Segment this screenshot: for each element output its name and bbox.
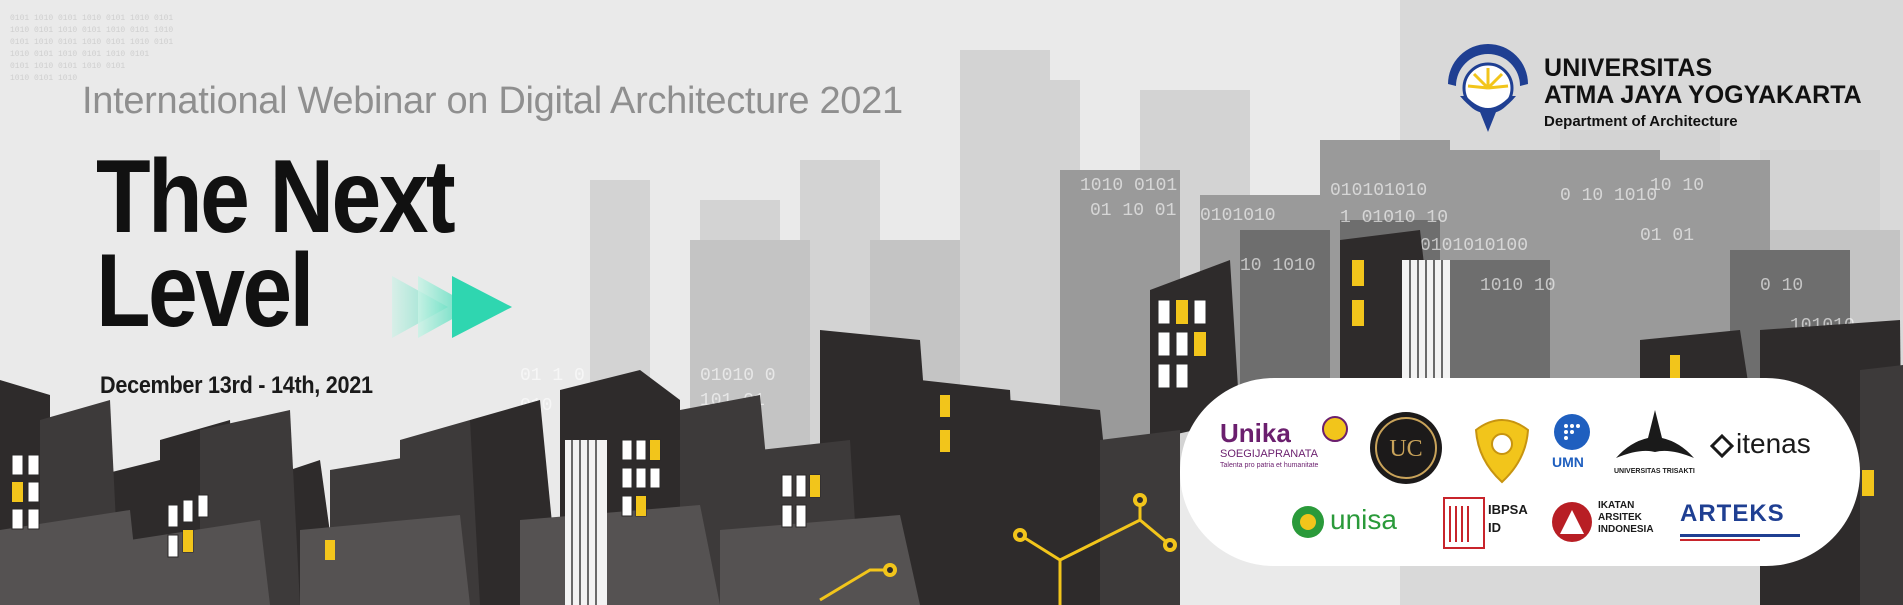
unisa-emblem-icon	[1292, 506, 1324, 538]
svg-text:1010 0101 1010 0101 1010 0101: 1010 0101 1010 0101 1010 0101 1010	[10, 26, 173, 35]
ibpsa-emblem-icon	[1443, 497, 1485, 549]
svg-text:1010 10: 1010 10	[1480, 276, 1556, 296]
uc-logo: UC	[1370, 412, 1442, 484]
university-name: UNIVERSITAS ATMA JAYA YOGYAKARTA Departm…	[1544, 55, 1862, 133]
event-date: December 13rd - 14th, 2021	[100, 372, 373, 399]
svg-text:0 10 1010: 0 10 1010	[1560, 186, 1657, 206]
university-name-line2: ATMA JAYA YOGYAKARTA	[1544, 81, 1862, 109]
umn-logo: UMN	[1550, 412, 1610, 486]
svg-text:010101010: 010101010	[1330, 181, 1427, 201]
itenas-emblem-icon	[1710, 434, 1734, 458]
svg-text:1010 0101: 1010 0101	[1080, 176, 1177, 196]
university-name-line1: UNIVERSITAS	[1544, 54, 1713, 82]
university-logo	[1448, 44, 1528, 132]
ibpsa-logo: IBPSA ID	[1442, 496, 1532, 552]
main-title-line1: The Next	[96, 139, 456, 255]
svg-text:0101010: 0101010	[1200, 206, 1276, 226]
iai-logo-line3: INDONESIA	[1598, 524, 1654, 535]
unisa-logo: unisa	[1290, 500, 1410, 544]
unika-emblem-icon	[1322, 416, 1348, 442]
iai-logo-line1: IKATAN	[1598, 500, 1635, 511]
unika-logo: Unika SOEGIJAPRANATA Talenta pro patria …	[1220, 416, 1350, 478]
trisakti-logo: UNIVERSITAS TRISAKTI	[1610, 408, 1700, 488]
partner-logos-panel: Unika SOEGIJAPRANATA Talenta pro patria …	[1180, 378, 1860, 566]
svg-text:0101 1010 0101 1010 0101 1010: 0101 1010 0101 1010 0101 1010 0101	[10, 38, 173, 47]
svg-text:1010 0101 1010: 1010 0101 1010	[10, 74, 77, 83]
svg-text:01 01: 01 01	[1640, 226, 1694, 246]
arteks-underline-icon	[1680, 534, 1800, 541]
svg-text:0101 1010 0101 1010 0101 1010: 0101 1010 0101 1010 0101 1010 0101	[10, 14, 173, 23]
garuda-emblem-logo	[1474, 419, 1530, 484]
svg-text:0101 1010 0101 1010 0101: 0101 1010 0101 1010 0101	[10, 62, 125, 71]
umn-emblem-icon	[1554, 414, 1590, 450]
fast-forward-icon	[392, 276, 512, 338]
ibpsa-logo-line1: IBPSA	[1488, 502, 1528, 517]
uc-logo-text: UC	[1389, 436, 1422, 462]
svg-text:0 10: 0 10	[1760, 276, 1803, 296]
iai-emblem-icon	[1552, 502, 1592, 542]
umn-logo-text: UMN	[1552, 454, 1584, 470]
trisakti-logo-text: UNIVERSITAS TRISAKTI	[1614, 468, 1695, 475]
webinar-subtitle: International Webinar on Digital Archite…	[82, 80, 903, 122]
svg-text:01 10 01: 01 10 01	[1090, 201, 1176, 221]
unika-logo-sub: SOEGIJAPRANATA	[1220, 448, 1319, 460]
iai-logo: IKATAN ARSITEK INDONESIA	[1550, 498, 1680, 554]
iai-logo-line2: ARSITEK	[1598, 512, 1642, 523]
svg-text:1010 0101 1010 0101 1010 0101: 1010 0101 1010 0101 1010 0101	[10, 50, 149, 59]
unika-logo-name: Unika	[1220, 418, 1291, 448]
arteks-logo-text: ARTEKS	[1680, 500, 1785, 527]
arteks-logo: ARTEKS	[1680, 498, 1800, 548]
unika-logo-tagline: Talenta pro patria et humanitate	[1220, 462, 1319, 469]
svg-text:01 1 0: 01 1 0	[520, 366, 585, 386]
itenas-logo-text: itenas	[1736, 428, 1811, 459]
svg-text:10 10: 10 10	[1650, 176, 1704, 196]
ibpsa-logo-line2: ID	[1488, 520, 1501, 535]
unisa-logo-text: unisa	[1330, 504, 1397, 535]
svg-text:01010 0: 01010 0	[700, 366, 776, 386]
trisakti-emblem-icon	[1616, 410, 1694, 458]
svg-text:10 1010: 10 1010	[1240, 256, 1316, 276]
department-name: Department of Architecture	[1544, 113, 1738, 130]
svg-text:0101010100: 0101010100	[1420, 236, 1528, 256]
itenas-logo: itenas	[1710, 428, 1840, 468]
svg-text:1 01010 10: 1 01010 10	[1340, 208, 1448, 228]
webinar-banner: 1010 0101 01 10 01 0101010 010101010 1 0…	[0, 0, 1903, 605]
